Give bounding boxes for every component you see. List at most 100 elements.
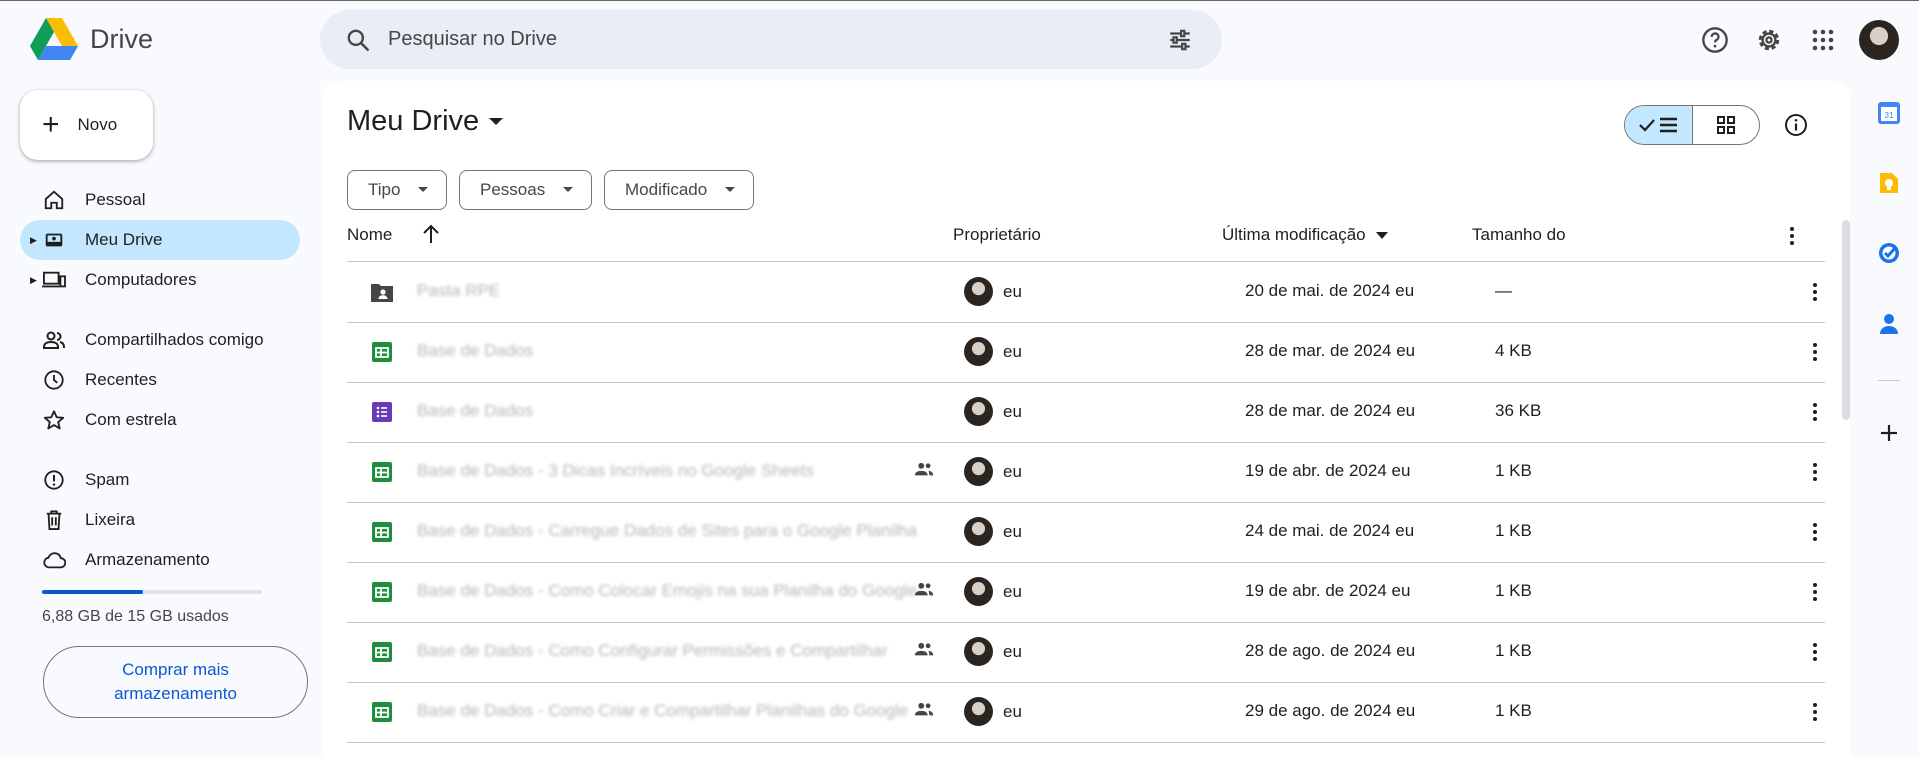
file-owner: eu [964,277,1022,306]
sidebar-item-armazenamento[interactable]: Armazenamento [20,540,300,580]
file-name: Base de Dados - 3 Dicas Incríveis no Goo… [417,461,814,480]
page-title-text: Meu Drive [347,105,480,137]
sidebar-item-label: Com estrela [85,410,177,429]
filter-chip-pessoas[interactable]: Pessoas [459,170,593,210]
my-drive-icon [42,228,66,252]
more-options-icon[interactable] [1803,700,1827,729]
expand-caret-icon[interactable]: ▶ [30,275,37,286]
sort-ascending-icon[interactable] [422,224,440,249]
main-panel: Meu Drive Tipo Pessoas Modificado Nome P… [322,81,1850,757]
grid-view-icon [1716,116,1735,134]
buy-storage-button[interactable]: Comprar mais armazenamento [43,646,308,718]
file-modified: 28 de mar. de 2024 eu [1245,401,1416,420]
sidebar-item-spam[interactable]: Spam [20,460,300,500]
google-sheets-icon [370,700,394,724]
filter-chip-label: Modificado [625,180,708,199]
column-header-owner[interactable]: Proprietário [953,225,1041,245]
search-options-icon[interactable] [1164,24,1196,56]
new-button[interactable]: + Novo [20,90,153,160]
file-size: 1 KB [1495,701,1532,720]
file-owner: eu [964,397,1022,426]
more-options-icon[interactable] [1803,280,1827,309]
owner-avatar [964,637,993,666]
file-owner: eu [964,637,1022,666]
chevron-down-icon [418,187,429,192]
view-toggle [1624,105,1760,145]
storage-progress-bar [42,590,262,594]
expand-caret-icon[interactable]: ▶ [30,235,37,246]
search-bar[interactable]: Pesquisar no Drive [320,10,1222,69]
details-info-icon[interactable] [1780,109,1812,141]
file-name: Base de Dados - Como Colocar Emojis na s… [417,581,917,600]
add-addon-plus-icon[interactable] [1874,418,1904,448]
file-row[interactable]: Base de Dados - 3 Dicas Incríveis no Goo… [347,442,1825,503]
more-options-icon[interactable] [1803,400,1827,429]
shared-people-icon [913,641,935,662]
account-avatar[interactable] [1859,20,1899,60]
calendar-icon[interactable]: 31 [1874,98,1904,128]
column-header-modified-wrap[interactable]: Última modificação [1222,225,1389,245]
more-options-icon[interactable] [1803,460,1827,489]
google-sheets-icon [370,520,394,544]
side-panel-divider [1878,380,1900,381]
more-options-icon[interactable] [1803,520,1827,549]
file-owner: eu [964,337,1022,366]
shared-people-icon [913,581,935,602]
search-icon[interactable] [342,24,374,56]
storage-progress-fill [42,590,143,594]
file-row[interactable]: Base de Dados - Como Colocar Emojis na s… [347,562,1825,623]
file-row[interactable]: Base de Dados eu 28 de mar. de 2024 eu 36 K… [347,382,1825,443]
file-name: Base de Dados - Como Criar e Compartilha… [417,701,909,720]
apps-grid-icon[interactable] [1805,22,1841,58]
contacts-icon[interactable] [1874,308,1904,338]
drive-logo[interactable]: Drive [30,18,153,60]
file-modified: 28 de mar. de 2024 eu [1245,341,1416,360]
file-size: 1 KB [1495,521,1532,540]
page-title[interactable]: Meu Drive [347,105,504,138]
file-modified: 19 de abr. de 2024 eu [1245,581,1411,600]
sidebar-item-label: Compartilhados comigo [85,330,264,349]
file-modified: 28 de ago. de 2024 eu [1245,641,1416,660]
file-owner: eu [964,457,1022,486]
grid-view-button[interactable] [1693,106,1760,144]
top-actions [1697,20,1899,60]
sidebar-item-com-estrela[interactable]: Com estrela [20,400,300,440]
file-row[interactable]: Base de Dados - Como Configurar Permissõ… [347,622,1825,683]
owner-avatar [964,697,993,726]
more-options-icon[interactable] [1803,580,1827,609]
filter-chip-modificado[interactable]: Modificado [604,170,755,210]
sidebar-item-recentes[interactable]: Recentes [20,360,300,400]
more-options-icon[interactable] [1803,640,1827,669]
sidebar-item-compartilhados[interactable]: Compartilhados comigo [20,320,300,360]
filter-chip-tipo[interactable]: Tipo [347,170,448,210]
more-options-icon[interactable] [1803,340,1827,369]
sidebar-item-meu-drive[interactable]: ▶ Meu Drive [20,220,300,260]
sort-descending-caret-icon [1376,232,1389,239]
help-icon[interactable] [1697,22,1733,58]
file-row[interactable]: Base de Dados eu 28 de mar. de 2024 eu 4 KB [347,322,1825,383]
scrollbar-thumb[interactable] [1842,220,1850,420]
file-modified: 24 de mai. de 2024 eu [1245,521,1415,540]
file-modified: 19 de abr. de 2024 eu [1245,461,1411,480]
google-forms-icon [370,400,394,424]
column-header-size[interactable]: Tamanho do [1472,225,1566,245]
keep-icon[interactable] [1874,168,1904,198]
sidebar-item-label: Meu Drive [85,230,163,249]
settings-gear-icon[interactable] [1751,22,1787,58]
sidebar-item-label: Lixeira [85,510,136,529]
column-header-name[interactable]: Nome [347,225,392,245]
search-input[interactable]: Pesquisar no Drive [388,28,1164,51]
owner-name: eu [1003,341,1022,361]
file-size: 1 KB [1495,641,1532,660]
owner-name: eu [1003,281,1022,301]
sidebar-item-pessoal[interactable]: Pessoal [20,180,300,220]
more-options-icon[interactable] [1780,224,1804,253]
sidebar-item-lixeira[interactable]: Lixeira [20,500,300,540]
sidebar-item-label: Pessoal [85,190,146,209]
file-row[interactable]: Pasta RPE eu 20 de mai. de 2024 eu — [347,262,1825,323]
file-row[interactable]: Base de Dados - Carregue Dados de Sites … [347,502,1825,563]
tasks-icon[interactable] [1874,238,1904,268]
sidebar-item-computadores[interactable]: ▶ Computadores [20,260,300,300]
file-row[interactable]: Base de Dados - Como Criar e Compartilha… [347,682,1825,743]
list-view-button[interactable] [1625,106,1693,144]
